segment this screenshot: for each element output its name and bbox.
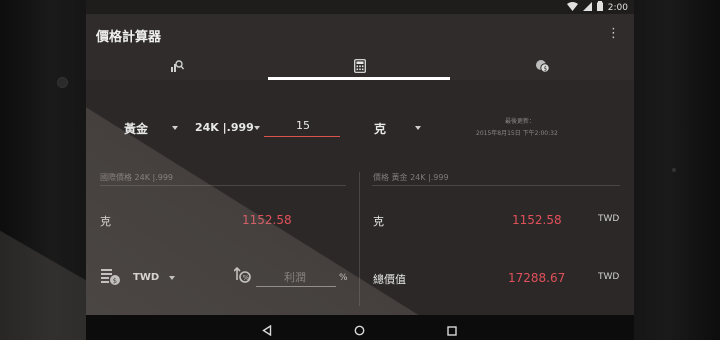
front-camera — [57, 77, 68, 88]
status-bar: 2:00 — [86, 0, 634, 14]
price-label: 價格 黃金 24K |.999 — [373, 173, 449, 182]
app-bar: 價格計算器 ⋮ $ — [86, 14, 634, 80]
currency-list-icon: $ — [101, 268, 121, 290]
profit-underline — [256, 286, 336, 287]
metal-select[interactable]: 黃金 — [124, 120, 148, 137]
light-sensor — [672, 168, 676, 172]
home-icon[interactable] — [354, 321, 365, 340]
svg-text:$: $ — [544, 65, 548, 72]
left-unit-label: 克 — [100, 215, 111, 228]
wifi-icon — [566, 1, 578, 14]
right-price-value: 1152.58 — [512, 213, 562, 227]
left-price-value: 1152.58 — [242, 213, 292, 227]
total-value-label: 總價值 — [373, 273, 406, 286]
profit-percent-icon: % — [233, 266, 252, 289]
currency-icon: $ — [535, 58, 550, 77]
last-update-value: 2015年8月15日 下午2:00:32 — [476, 130, 558, 137]
percent-sign: % — [339, 273, 348, 283]
svg-text:%: % — [243, 274, 250, 282]
svg-text:$: $ — [113, 277, 117, 285]
currency-select[interactable]: TWD — [133, 272, 159, 283]
tab-currency[interactable]: $ — [451, 54, 634, 80]
chart-search-icon — [170, 58, 185, 77]
column-divider — [359, 172, 360, 306]
status-time: 2:00 — [607, 2, 628, 13]
total-currency-label: TWD — [598, 272, 620, 282]
last-update-label: 最後更新： — [505, 118, 536, 125]
profit-input[interactable]: 利潤 — [284, 269, 306, 285]
purity-select[interactable]: 24K |.999 — [195, 121, 254, 134]
quantity-input[interactable]: 15 — [296, 119, 310, 132]
unit-dropdown-icon[interactable] — [415, 126, 421, 130]
intl-price-label: 國際價格 24K |.999 — [100, 173, 174, 182]
tab-chart[interactable] — [86, 54, 269, 80]
overflow-menu-icon[interactable]: ⋮ — [607, 26, 620, 41]
recents-icon[interactable] — [447, 321, 457, 340]
back-icon[interactable] — [262, 321, 272, 340]
price-underline — [372, 185, 620, 186]
app-title: 價格計算器 — [96, 30, 162, 45]
unit-select[interactable]: 克 — [374, 120, 386, 137]
right-currency-label: TWD — [598, 214, 620, 224]
quantity-underline — [264, 136, 340, 137]
app-screen: 2:00 價格計算器 ⋮ $ — [86, 0, 634, 340]
calculator-icon — [354, 58, 366, 77]
purity-dropdown-icon[interactable] — [254, 126, 260, 130]
right-unit-label: 克 — [373, 215, 384, 228]
signal-icon — [582, 1, 592, 14]
battery-icon — [596, 1, 603, 14]
navigation-bar — [86, 315, 634, 340]
device-bezel-right — [634, 0, 720, 340]
intl-price-underline — [100, 185, 346, 186]
currency-dropdown-icon[interactable] — [169, 276, 175, 280]
total-value: 17288.67 — [508, 271, 566, 285]
device-bezel-left — [0, 0, 86, 340]
metal-dropdown-icon[interactable] — [172, 126, 178, 130]
